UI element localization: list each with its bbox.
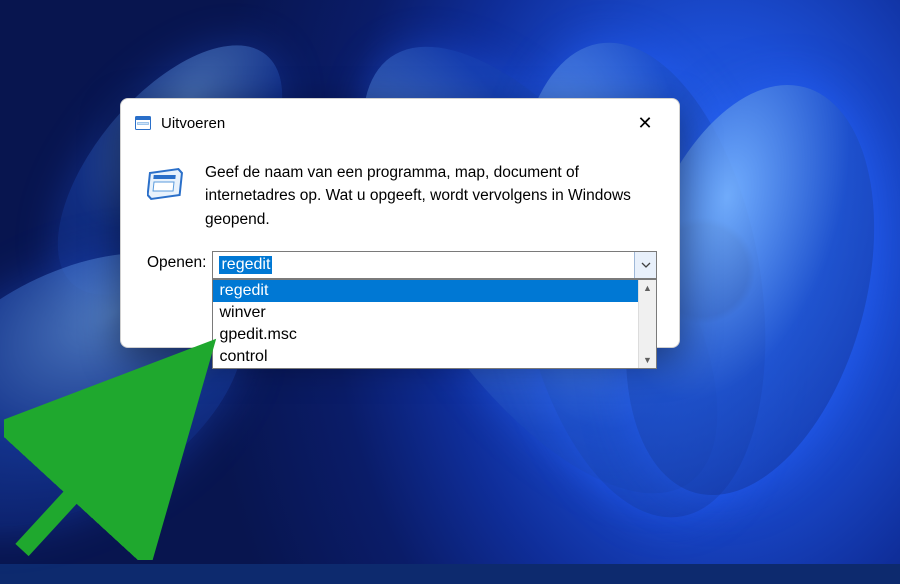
close-icon: ✕ [637,113,652,134]
open-input[interactable]: regedit [213,252,634,278]
dropdown-item[interactable]: gpedit.msc [213,324,638,346]
combobox-dropdown-button[interactable] [634,252,656,278]
open-label: Openen: [147,251,206,272]
dropdown-scrollbar[interactable]: ▲ ▼ [638,280,656,368]
run-dialog-icon [147,163,187,203]
titlebar[interactable]: Uitvoeren ✕ [121,99,679,143]
combobox-dropdown: regeditwinvergpedit.msccontrol ▲ ▼ [212,279,657,369]
run-dialog-icon [135,116,151,130]
close-button[interactable]: ✕ [625,109,665,137]
open-combobox[interactable]: regedit [212,251,657,279]
run-dialog: Uitvoeren ✕ Geef de naam van een program… [120,98,680,348]
dropdown-item[interactable]: control [213,346,638,368]
dropdown-item[interactable]: winver [213,302,638,324]
dialog-title: Uitvoeren [161,115,625,132]
scroll-down-icon: ▼ [643,352,652,368]
dropdown-item[interactable]: regedit [213,280,638,302]
chevron-down-icon [641,262,651,268]
input-value: regedit [219,256,272,274]
scroll-up-icon: ▲ [643,280,652,296]
dialog-description: Geef de naam van een programma, map, doc… [205,161,657,231]
